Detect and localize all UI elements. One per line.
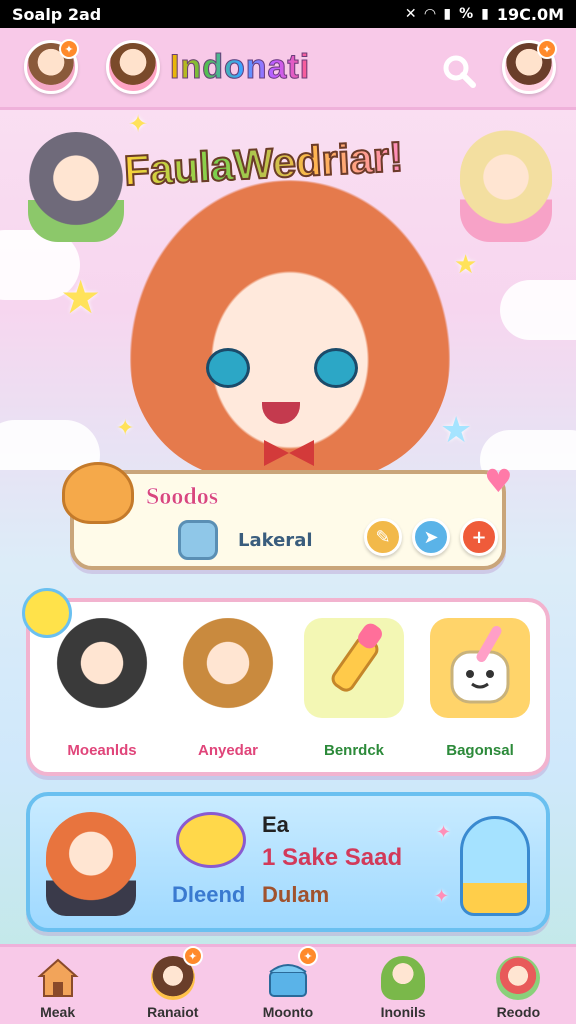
gallery-item-label: Bagonsal xyxy=(446,742,514,759)
nav-item-ranking[interactable]: ✦ Ranaiot xyxy=(123,946,223,1020)
star-decoration: ★ xyxy=(440,410,473,451)
bear-mascot-icon xyxy=(62,462,134,524)
gallery-item-label: Moeanlds xyxy=(67,742,137,759)
nav-item-shop[interactable]: ✦ Moonto xyxy=(238,946,338,1020)
star-decoration: ✦ xyxy=(116,416,135,441)
character-eye-right xyxy=(314,348,358,388)
gallery-item-label: Benrdck xyxy=(323,742,385,759)
promo-line-3b: Dulam xyxy=(262,882,330,907)
plus-icon: + xyxy=(471,526,487,548)
cloud-decoration xyxy=(0,420,100,470)
search-button[interactable] xyxy=(436,48,482,94)
profile-subtitle: Lakeral xyxy=(238,530,313,551)
gallery-item-label: Anyedar xyxy=(197,742,259,759)
chibi-girl-left xyxy=(28,132,124,242)
heart-icon[interactable]: ♥ xyxy=(484,462,513,500)
search-icon xyxy=(443,55,476,88)
cloud-decoration xyxy=(500,280,576,340)
sun-mascot-icon xyxy=(22,588,72,638)
bird-icon: ➤ xyxy=(423,526,439,548)
profile-card[interactable]: Soodos Lakeral ✎ ➤ + xyxy=(70,470,506,570)
pencil-icon: ✎ xyxy=(375,526,391,548)
star-decoration: ★ xyxy=(454,250,478,280)
profile-tile-icon xyxy=(178,520,218,560)
sparkle-icon: ✦ xyxy=(436,822,452,843)
status-time: 19C.0M xyxy=(496,4,564,24)
gift-icon xyxy=(496,956,541,1000)
lightbulb-icon xyxy=(460,816,530,916)
promo-banner[interactable]: Ea 1 Sake Saad Dleend Dulam ✦ ✦ xyxy=(26,792,550,932)
star-decoration: ★ xyxy=(60,270,102,324)
bottom-navigation: Meak ✦ Ranaiot ✦ Moonto Inonils Reodo xyxy=(0,944,576,1024)
sparkle-icon: ✦ xyxy=(434,886,450,907)
bow-mascot-icon xyxy=(176,812,246,868)
profile-avatar[interactable]: ✦ xyxy=(502,39,557,94)
nav-item-label: Meak xyxy=(40,1004,76,1020)
gallery-character-image xyxy=(178,618,278,718)
battery-icon: ▮ xyxy=(481,6,489,22)
notification-badge-icon: ✦ xyxy=(59,39,79,59)
status-bar: Soalp 2ad ✕ ◠ ▮ % ▮ 19C.0M xyxy=(0,0,576,28)
gallery-item[interactable]: Benrdck xyxy=(298,612,410,772)
house-icon xyxy=(36,956,80,1000)
promo-line-2: 1 Sake Saad xyxy=(262,844,403,871)
lipstick-icon xyxy=(331,623,382,692)
add-button[interactable]: + xyxy=(460,518,498,556)
promo-line-1: Ea xyxy=(262,812,289,837)
user-avatar[interactable]: ✦ xyxy=(24,39,79,94)
nav-item-label: Ranaiot xyxy=(147,1004,199,1020)
profile-name: Soodos xyxy=(146,484,219,511)
gallery-item[interactable]: Bagonsal xyxy=(424,612,536,772)
battery-percent: % xyxy=(459,6,474,22)
notification-badge-icon: ✦ xyxy=(297,946,318,966)
wifi-icon: ◠ xyxy=(424,6,436,22)
status-carrier: Soalp 2ad xyxy=(12,4,102,24)
share-button[interactable]: ➤ xyxy=(412,518,450,556)
gallery-item-image xyxy=(304,618,404,718)
nav-item-label: Moonto xyxy=(262,1004,314,1020)
chibi-catgirl-right xyxy=(460,130,552,242)
gallery-item[interactable]: Moeanlds xyxy=(46,612,158,772)
mute-icon: ✕ xyxy=(404,6,417,22)
gallery-character-image xyxy=(52,618,152,718)
notification-badge-icon: ✦ xyxy=(182,946,203,966)
star-decoration: ✦ xyxy=(128,110,149,138)
marshmallow-icon xyxy=(450,626,510,704)
signal-icon: ▮ xyxy=(443,6,452,22)
nav-item-home[interactable]: Meak xyxy=(8,946,108,1020)
nav-item-label: Inonils xyxy=(380,1004,426,1020)
character-eye-left xyxy=(206,348,250,388)
nav-item-label: Reodo xyxy=(496,1004,541,1020)
character-gallery: Moeanlds Anyedar Benrdck Bagonsal xyxy=(26,598,550,776)
gallery-item-image xyxy=(430,618,530,718)
friend-icon xyxy=(381,956,426,1000)
notification-badge-icon: ✦ xyxy=(537,39,557,59)
promo-line-3a: Dleend xyxy=(172,882,246,907)
gallery-item[interactable]: Anyedar xyxy=(172,612,284,772)
nav-item-gift[interactable]: Reodo xyxy=(468,946,568,1020)
main-character xyxy=(130,180,450,470)
app-title: Indonati xyxy=(169,48,311,87)
edit-button[interactable]: ✎ xyxy=(364,518,402,556)
status-icons: ✕ ◠ ▮ % ▮ 19C.0M xyxy=(405,5,564,24)
nav-item-friends[interactable]: Inonils xyxy=(353,946,453,1020)
friend-avatar[interactable] xyxy=(106,40,160,94)
promo-character-image xyxy=(46,812,136,916)
